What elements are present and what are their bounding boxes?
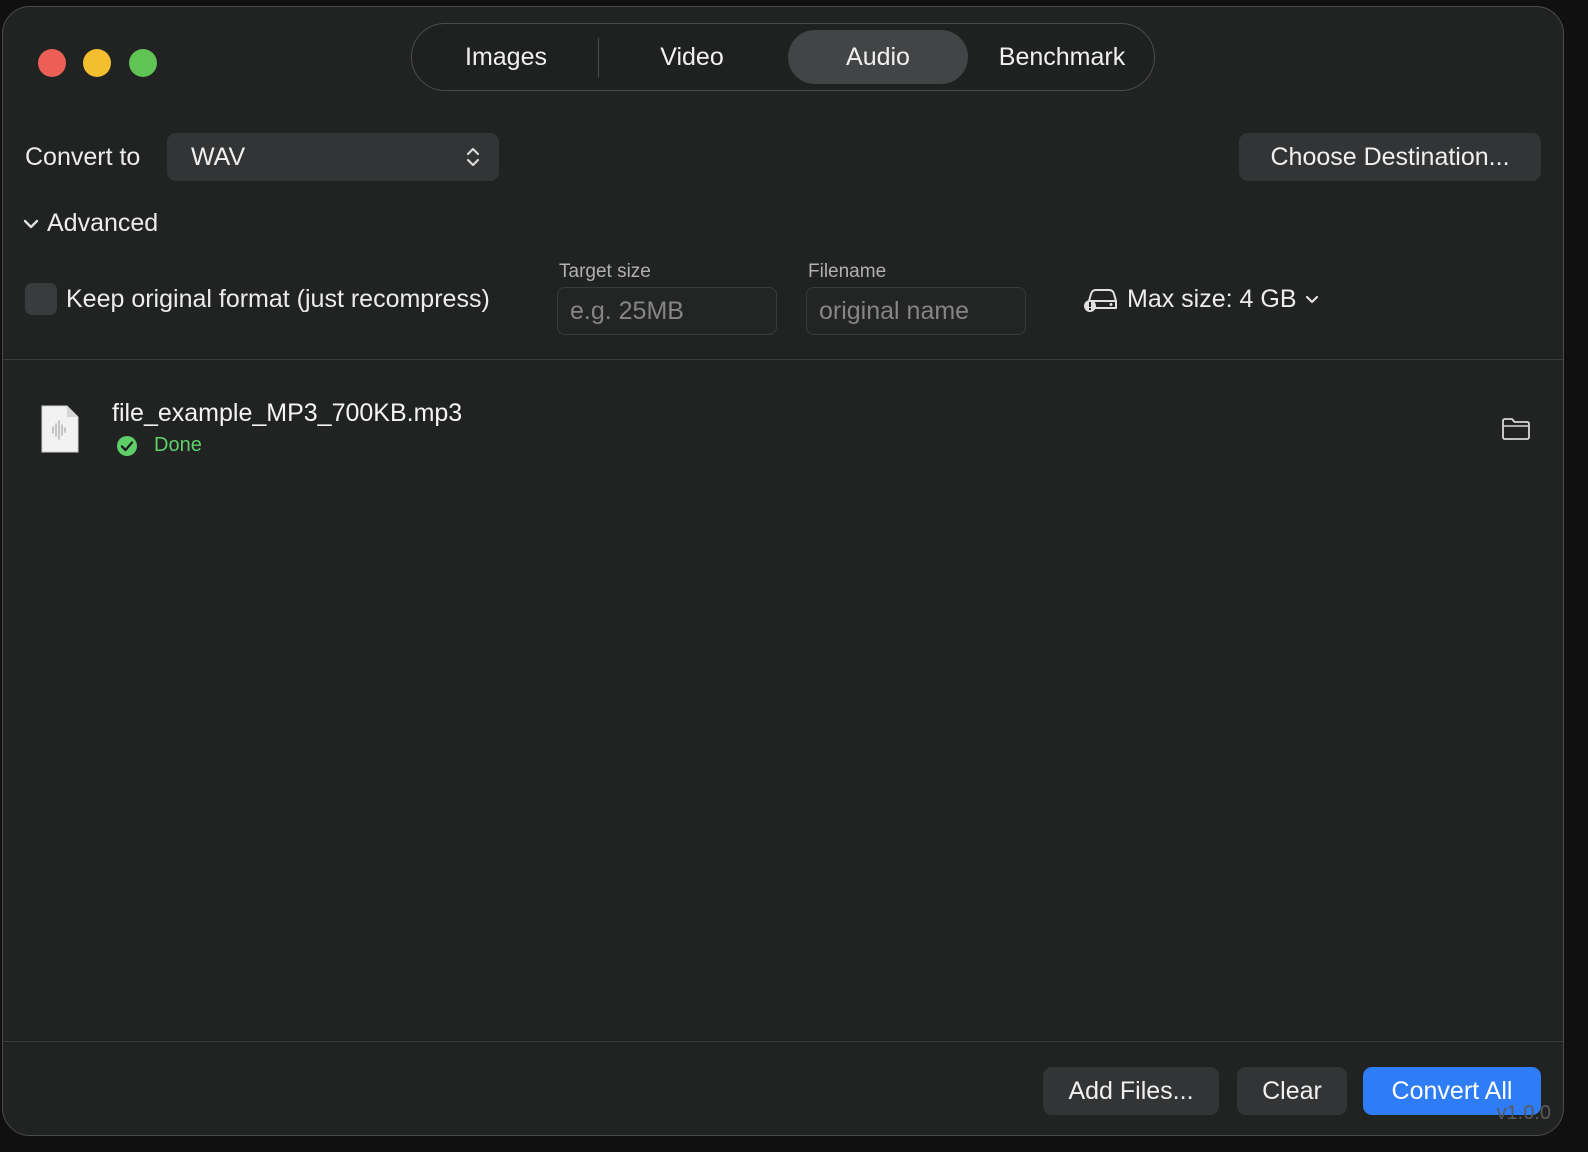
file-status: Done — [116, 434, 202, 457]
app-window: Images Video Audio Benchmark Convert to … — [2, 6, 1564, 1136]
top-divider — [3, 359, 1563, 360]
choose-destination-button[interactable]: Choose Destination... — [1239, 133, 1541, 181]
max-size-menu[interactable]: Max size: 4 GB — [1083, 285, 1319, 314]
checkmark-circle-icon — [117, 435, 137, 456]
chevron-down-icon — [23, 219, 39, 228]
close-window-button[interactable] — [38, 49, 66, 77]
chevron-down-icon — [1305, 295, 1318, 303]
maximize-window-button[interactable] — [129, 49, 157, 77]
convert-to-label: Convert to — [25, 143, 141, 171]
add-files-button[interactable]: Add Files... — [1043, 1067, 1219, 1115]
filename-input[interactable] — [806, 287, 1026, 335]
max-size-label: Max size: 4 GB — [1127, 285, 1297, 313]
file-name: file_example_MP3_700KB.mp3 — [112, 399, 463, 427]
tab-video[interactable]: Video — [602, 30, 782, 84]
format-select[interactable]: WAV — [167, 133, 499, 181]
tab-images[interactable]: Images — [418, 30, 594, 84]
tab-audio[interactable]: Audio — [788, 30, 968, 84]
media-type-tabs: Images Video Audio Benchmark — [411, 23, 1155, 91]
tab-benchmark[interactable]: Benchmark — [974, 30, 1150, 84]
advanced-label: Advanced — [47, 209, 159, 237]
status-text: Done — [154, 434, 202, 456]
bottom-divider — [3, 1041, 1563, 1042]
target-size-input[interactable] — [557, 287, 777, 335]
version-label: v1.0.0 — [1496, 1102, 1551, 1124]
target-size-label: Target size — [559, 261, 651, 282]
updown-chevron-icon — [466, 147, 480, 167]
keep-original-label: Keep original format (just recompress) — [66, 285, 490, 313]
folder-icon[interactable] — [1501, 417, 1531, 441]
keep-original-checkbox[interactable] — [25, 283, 57, 315]
format-value: WAV — [191, 142, 246, 171]
advanced-disclosure[interactable]: Advanced — [23, 209, 158, 238]
audio-file-icon — [41, 405, 79, 453]
clear-button[interactable]: Clear — [1237, 1067, 1347, 1115]
disk-warning-icon — [1084, 288, 1117, 312]
tab-separator — [598, 38, 599, 78]
filename-label: Filename — [808, 261, 887, 282]
minimize-window-button[interactable] — [83, 49, 111, 77]
